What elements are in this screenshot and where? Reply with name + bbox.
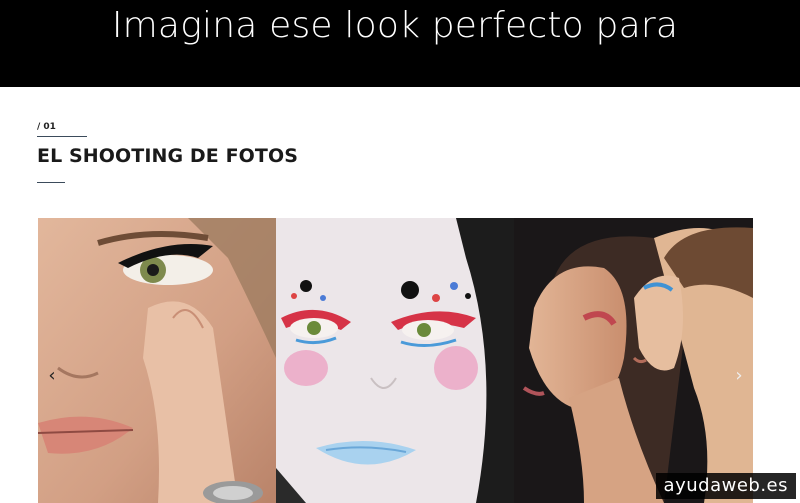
- slide-profile-models[interactable]: [514, 218, 753, 503]
- profile-models-photo: [514, 218, 753, 503]
- slide-clown-makeup[interactable]: [276, 218, 514, 503]
- eyeliner-photo: [38, 218, 276, 503]
- chevron-right-icon[interactable]: ›: [731, 366, 747, 386]
- photo-carousel[interactable]: [38, 218, 753, 503]
- hero-title: Imagina ese look perfecto para: [111, 5, 679, 46]
- slide-eyeliner[interactable]: [38, 218, 276, 503]
- chevron-left-icon[interactable]: ‹: [44, 366, 60, 386]
- section-title: EL SHOOTING DE FOTOS: [37, 145, 299, 167]
- section-divider-bottom: [37, 182, 65, 183]
- hero-banner: Imagina ese look perfecto para: [0, 0, 800, 87]
- clown-makeup-photo: [276, 218, 514, 503]
- section-number: / 01: [37, 122, 56, 132]
- watermark-label: ayudaweb.es: [655, 473, 796, 499]
- section-divider-top: [37, 136, 87, 137]
